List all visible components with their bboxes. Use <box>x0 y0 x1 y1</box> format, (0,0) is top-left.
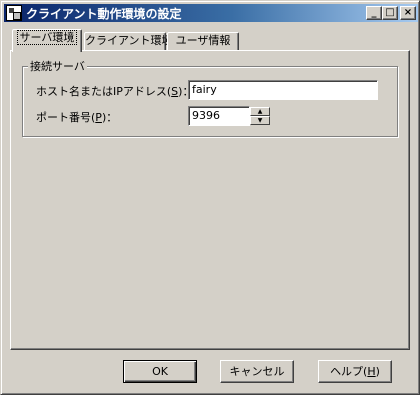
minimize-button[interactable]: _ <box>366 6 382 20</box>
port-spinner: ▲ ▼ <box>250 107 270 125</box>
help-label-accel: H <box>367 365 376 378</box>
help-button[interactable]: ヘルプ(H) <box>318 360 392 383</box>
port-label-accel: P <box>95 111 102 124</box>
app-icon[interactable] <box>6 5 22 21</box>
port-label: ポート番号(P)： <box>36 109 117 125</box>
close-icon: × <box>403 7 413 18</box>
tab-client-environment[interactable]: クライアント環境 <box>84 32 173 50</box>
spin-up-icon: ▲ <box>257 108 263 115</box>
help-label-pre: ヘルプ( <box>330 365 368 378</box>
host-input-value: fairy <box>192 83 217 96</box>
host-label-pre: ホスト名またはIPアドレス( <box>36 85 172 98</box>
cancel-label: キャンセル <box>229 365 285 378</box>
maximize-button[interactable]: □ <box>382 6 398 20</box>
minimize-icon: _ <box>371 7 377 18</box>
port-label-post: )： <box>101 111 118 124</box>
host-input[interactable]: fairy <box>188 80 378 100</box>
connection-server-group <box>22 66 398 137</box>
window-controls: _ □ × <box>366 6 416 20</box>
spin-down-icon: ▼ <box>257 117 263 124</box>
tab-user-info[interactable]: ユーザ情報 <box>167 32 239 50</box>
host-label: ホスト名またはIPアドレス(S)： <box>36 83 193 99</box>
tab-server-environment[interactable]: サーバ環境 <box>12 29 82 52</box>
group-title: 接続サーバ <box>28 58 87 74</box>
help-label-post: ) <box>375 365 380 378</box>
tab-client-environment-label: クライアント環境 <box>85 34 173 47</box>
port-spin-down-button[interactable]: ▼ <box>250 116 270 125</box>
port-input-value: 9396 <box>192 109 220 122</box>
tab-user-info-label: ユーザ情報 <box>175 34 231 47</box>
ok-button[interactable]: OK <box>123 360 197 383</box>
port-spin-up-button[interactable]: ▲ <box>250 107 270 116</box>
tab-server-environment-label: サーバ環境 <box>16 30 78 45</box>
port-label-pre: ポート番号( <box>36 111 96 124</box>
port-input[interactable]: 9396 <box>188 106 250 126</box>
title-bar[interactable]: クライアント動作環境の設定 _ □ × <box>4 4 418 22</box>
maximize-icon: □ <box>385 7 395 18</box>
window-title: クライアント動作環境の設定 <box>26 6 182 21</box>
cancel-button[interactable]: キャンセル <box>220 360 294 383</box>
ok-label: OK <box>152 365 168 378</box>
close-button[interactable]: × <box>400 6 416 20</box>
